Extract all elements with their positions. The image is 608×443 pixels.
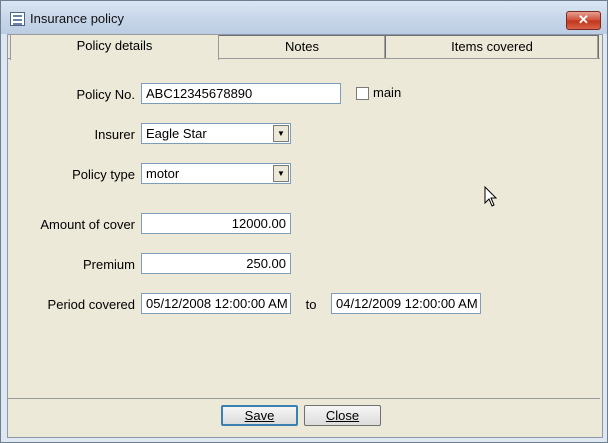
tab-policy-details[interactable]: Policy details xyxy=(10,34,219,60)
save-button[interactable]: Save xyxy=(221,405,298,426)
policy-type-label: Policy type xyxy=(72,167,135,182)
amount-of-cover-field[interactable]: 12000.00 xyxy=(141,213,291,234)
title-bar[interactable]: Insurance policy ✕ xyxy=(1,1,607,34)
policy-no-field[interactable]: ABC12345678890 xyxy=(141,83,341,104)
period-covered-label: Period covered xyxy=(47,297,135,312)
window-title: Insurance policy xyxy=(30,11,124,26)
save-button-label: Save xyxy=(244,408,275,423)
premium-field[interactable]: 250.00 xyxy=(141,253,291,274)
period-from-field[interactable]: 05/12/2008 12:00:00 AM xyxy=(141,293,291,314)
tab-items-covered[interactable]: Items covered xyxy=(385,35,599,58)
tab-label: Notes xyxy=(285,39,319,54)
close-button-label: Close xyxy=(325,408,360,423)
main-checkbox[interactable] xyxy=(356,87,369,100)
policy-type-select[interactable]: motor ▼ xyxy=(141,163,291,184)
dialog-body: Policy details Notes Items covered Polic… xyxy=(7,34,603,438)
premium-label: Premium xyxy=(82,257,135,272)
dropdown-arrow-icon[interactable]: ▼ xyxy=(273,165,289,182)
tab-label: Policy details xyxy=(76,38,153,53)
list-window-icon xyxy=(10,12,25,26)
policy-no-label: Policy No. xyxy=(76,87,135,102)
tab-label: Items covered xyxy=(451,39,533,54)
policy-details-panel: Policy No. ABC12345678890 main Insurer E… xyxy=(8,58,600,399)
insurer-value: Eagle Star xyxy=(146,126,207,141)
close-button[interactable]: Close xyxy=(304,405,381,426)
period-to-label: to xyxy=(305,297,317,312)
period-to-field[interactable]: 04/12/2009 12:00:00 AM xyxy=(331,293,481,314)
insurer-label: Insurer xyxy=(94,127,135,142)
amount-of-cover-label: Amount of cover xyxy=(40,217,135,232)
insurer-select[interactable]: Eagle Star ▼ xyxy=(141,123,291,144)
close-icon: ✕ xyxy=(578,12,589,27)
mouse-pointer-icon xyxy=(484,186,498,207)
close-window-button[interactable]: ✕ xyxy=(566,11,601,30)
tab-notes[interactable]: Notes xyxy=(218,35,386,58)
dropdown-arrow-icon[interactable]: ▼ xyxy=(273,125,289,142)
main-checkbox-label: main xyxy=(373,85,402,100)
insurance-policy-window: Insurance policy ✕ Policy details Notes … xyxy=(0,0,608,443)
policy-type-value: motor xyxy=(146,166,180,181)
